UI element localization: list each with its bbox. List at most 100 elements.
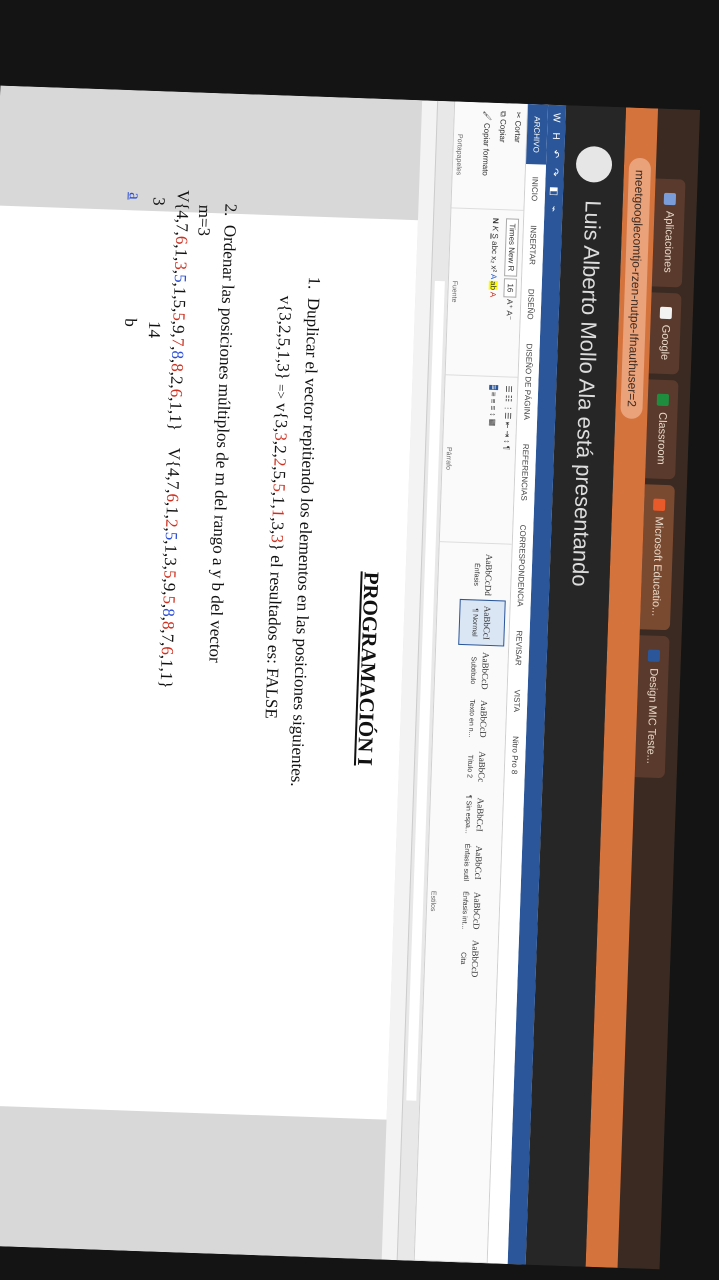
ribbon-tab[interactable]: REVISAR [514, 618, 525, 677]
style-sample: AaBbCcDd [483, 553, 495, 597]
ribbon-tab[interactable]: VISTA [512, 677, 523, 724]
tab-favicon-icon [647, 650, 661, 663]
ribbon-tab[interactable]: ARCHIVO [525, 103, 549, 166]
vector-element: 3 [271, 432, 291, 442]
url-text[interactable]: meetgooglecomtjo-rzen-nutpe-Ifnauthuser=… [620, 157, 652, 420]
style-name: Texto en n... [467, 699, 476, 738]
index-3: 3 [149, 196, 169, 207]
vector-element: 6 [166, 388, 186, 398]
label-b: b [121, 317, 141, 328]
style-name: ¶ Sin espa... [464, 794, 473, 834]
doc-title: PROGRAMACIÓN I [352, 571, 384, 767]
vector-element: 1 [161, 544, 181, 554]
tab-favicon-icon [656, 393, 670, 407]
ribbon-tab[interactable]: INICIO [530, 165, 541, 214]
font-name-select[interactable]: Times New R [504, 218, 520, 277]
item-2-number: 2. [221, 203, 241, 217]
vector-element: 5 [169, 299, 190, 309]
ribbon-tab[interactable]: INSERTAR [528, 213, 539, 277]
vector-element: 5 [269, 483, 289, 493]
ribbon-tab[interactable]: Nitro Pro 8 [510, 724, 521, 787]
style-gallery-item[interactable]: AaBbCcD Texto en n... [455, 695, 503, 743]
align-buttons[interactable]: ≡ ≡ ≡ ≡ ↕ ▦ [484, 384, 499, 535]
style-gallery-item[interactable]: AaBbCcDd Énfasis [460, 551, 508, 599]
grow-font-icon[interactable]: A⁺ A⁻ [505, 299, 515, 320]
ribbon-tab[interactable]: REFERENCIAS [519, 432, 531, 513]
vector-element: 5 [169, 312, 189, 322]
style-sample: AaBbCcD [480, 651, 492, 690]
qat-button[interactable]: ↶ [550, 149, 561, 158]
item-2-vectors: V{4,7,6,1,3,5,1,5,5,9,7,8,8,2,6,1,1} V{4… [155, 190, 192, 689]
qat-button[interactable]: W [551, 113, 562, 123]
browser-tab[interactable]: Google [648, 292, 682, 375]
vector-element: 7 [172, 222, 192, 233]
item-2-text: Ordenar las posiciones múltiplos de m de… [205, 224, 240, 664]
style-gallery-item[interactable]: AaBbCcD Énfasis int... [448, 887, 496, 935]
vector-element: 1 [157, 658, 177, 669]
qat-button[interactable]: H [550, 132, 561, 140]
word-window: W H ↶ ↷ ◧ ⌁ ARCHIVO INICIO INSERTAR DISEÑO DISEÑO… [0, 85, 567, 1265]
vector-element: 3 [271, 419, 291, 429]
browser-tab[interactable]: Aplicaciones [651, 178, 686, 288]
vector-input: v{3,2,5,1,3} [273, 295, 296, 381]
vector-element: 8 [158, 620, 178, 630]
style-sample: AaBbCcI [475, 797, 487, 832]
font-size-select[interactable]: 16 [503, 278, 518, 298]
style-gallery-item[interactable]: AaBbCcD Cita [446, 935, 494, 983]
qat-button[interactable]: ↷ [549, 168, 560, 177]
vector-element: 2 [270, 444, 291, 455]
vector-out: V{4,7,6,1,2,5,1,3,5,9,5,8,8,7,6,1,1} [156, 447, 184, 689]
style-gallery-item[interactable]: AaBbCcD Subtítulo [457, 647, 505, 695]
vector-element: 8 [158, 607, 179, 618]
tab-label: Aplicaciones [661, 210, 676, 273]
cut-button[interactable]: ✂ Cortar [511, 112, 523, 202]
vector-element: 5 [269, 470, 290, 480]
vector-element: 9 [168, 324, 189, 334]
vector-element: 1 [170, 286, 190, 296]
vector-element: 8 [167, 350, 188, 360]
label-a: a [125, 192, 145, 201]
style-name: Subtítulo [469, 656, 478, 685]
result-text: el resultados es: FALSE [261, 555, 287, 720]
style-gallery-item[interactable]: AaBbCcI ¶ Normal [458, 598, 506, 647]
style-sample: AaBbCcI [473, 845, 485, 880]
style-gallery-item[interactable]: AaBbCc Título 2 [453, 743, 501, 791]
vector-element: 2 [270, 457, 290, 467]
vector-element: 8 [167, 363, 187, 373]
vector-element: 1 [162, 505, 182, 516]
vector-element: 2 [167, 375, 187, 385]
vector-element: 5 [170, 273, 190, 283]
font-format-buttons[interactable]: N K S abc x₂ x² A ab A [486, 218, 500, 368]
list-buttons[interactable]: ☰ ☷ ⋮☰ ⇤ ⇥ ↕ ¶ [499, 385, 513, 535]
ribbon-tab[interactable]: DISEÑO DE PÁGINA [522, 331, 535, 432]
format-painter-button[interactable]: 🖌 Copiar formato [480, 110, 492, 200]
copy-button[interactable]: ⧉ Copiar [495, 111, 508, 201]
browser-tab[interactable]: Classroom [645, 379, 679, 480]
presenter-avatar [575, 145, 613, 183]
ribbon-tab[interactable]: DISEÑO [526, 277, 537, 332]
qat-button[interactable]: ◧ [548, 186, 559, 196]
style-name: ¶ Normal [470, 608, 479, 637]
font-group: Times New R 16 A⁺ A⁻ N K S abc x₂ x² A a… [445, 208, 524, 378]
style-sample: AaBbCcD [470, 939, 482, 978]
tab-favicon-icon [659, 306, 673, 319]
style-gallery-item[interactable]: AaBbCcI Énfasis sutil [450, 839, 498, 887]
clipboard-label: Portapapeles [454, 133, 464, 176]
browser-tab[interactable]: Design MIC Teste... [634, 635, 670, 779]
qat-button[interactable]: ⌁ [548, 206, 559, 212]
style-gallery-item[interactable]: AaBbCcI ¶ Sin espa... [451, 791, 499, 839]
vector-element: 5 [160, 569, 180, 579]
style-sample: AaBbCc [476, 751, 488, 783]
style-name: Énfasis int... [460, 891, 470, 930]
presenter-text: Luis Alberto Mollo Ala está presentando [567, 199, 606, 588]
document-area: PROGRAMACIÓN I 1. Duplicar el vector rep… [0, 85, 423, 1260]
vector-element: 9 [159, 582, 180, 592]
vector-element: 5 [161, 531, 181, 541]
ribbon-tab[interactable]: CORRESPONDENCIA [516, 513, 529, 619]
vector-element: 3 [160, 556, 181, 567]
vector-element: 2 [162, 518, 182, 528]
document-page[interactable]: PROGRAMACIÓN I 1. Duplicar el vector rep… [0, 190, 418, 1120]
arrow: => [273, 383, 290, 400]
tab-label: Classroom [654, 411, 669, 465]
browser-tab[interactable]: Microsoft Educatio... [639, 484, 675, 631]
